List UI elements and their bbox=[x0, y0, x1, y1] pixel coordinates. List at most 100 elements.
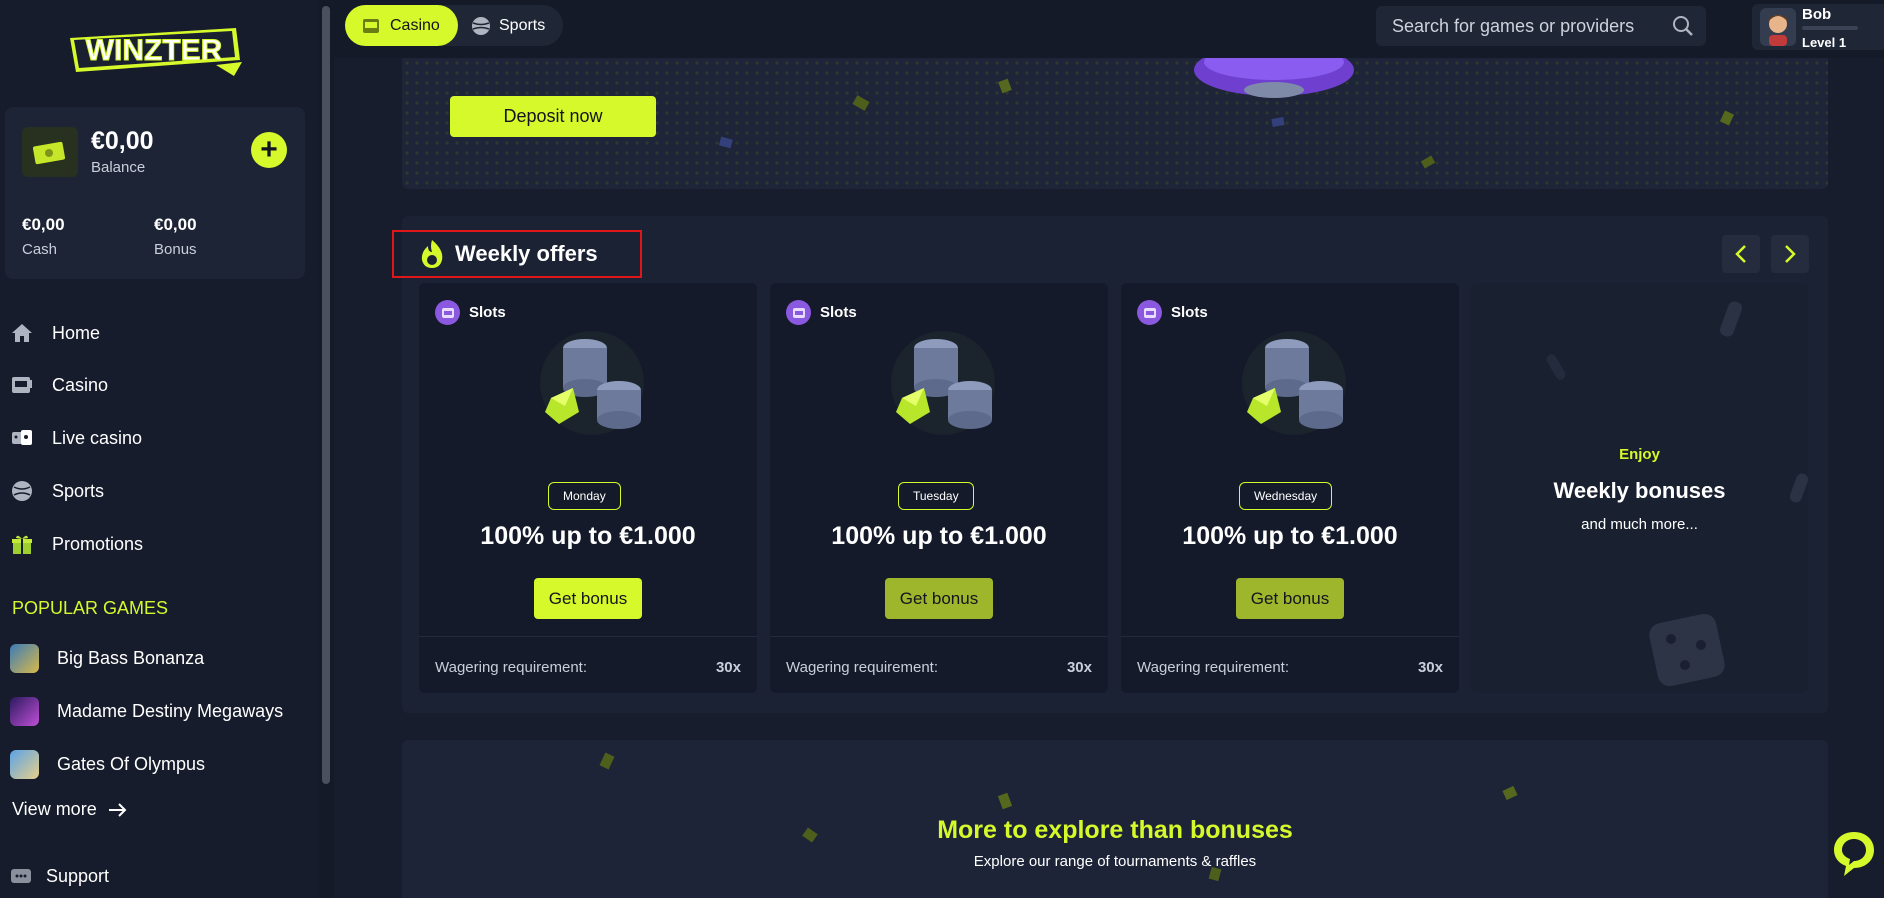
popular-games-heading: POPULAR GAMES bbox=[12, 598, 169, 618]
slot-machine-icon bbox=[435, 300, 460, 325]
nav-live-casino[interactable]: Live casino bbox=[10, 421, 142, 455]
day-badge: Monday bbox=[548, 482, 621, 510]
tab-sports[interactable]: Sports bbox=[461, 5, 561, 46]
game-title: Big Bass Bonanza bbox=[57, 647, 205, 668]
top-bar: Casino Sports Bob Level 1 bbox=[334, 0, 1884, 58]
card-category: Slots bbox=[1137, 300, 1208, 325]
cash-amount: €0,00 bbox=[22, 215, 65, 234]
nav-live-casino-label: Live casino bbox=[52, 427, 143, 448]
add-funds-button[interactable]: + bbox=[251, 132, 287, 168]
wagering-label: Wagering requirement: bbox=[1137, 659, 1290, 676]
support-label: Support bbox=[46, 866, 110, 886]
offer-card-wednesday: Slots Wednesday 100% up to €1.000 Get bo… bbox=[1121, 283, 1459, 693]
carousel-prev-button[interactable] bbox=[1722, 235, 1760, 273]
card-category: Slots bbox=[435, 300, 506, 325]
nav-sports[interactable]: Sports bbox=[10, 474, 104, 508]
coin-stack-image bbox=[540, 331, 644, 435]
game-thumbnail bbox=[10, 696, 39, 726]
wallet-card: €0,00 Balance + €0,00 Cash €0,00 Bonus bbox=[5, 107, 305, 279]
enjoy-title: Weekly bonuses bbox=[1553, 478, 1726, 503]
nav-promotions[interactable]: Promotions bbox=[10, 527, 143, 561]
live-chat-button[interactable] bbox=[1830, 828, 1878, 880]
wagering-label: Wagering requirement: bbox=[786, 659, 939, 676]
enjoy-bonuses-card: Enjoy Weekly bonuses and much more... bbox=[1471, 283, 1808, 693]
wagering-value: 30x bbox=[1417, 659, 1443, 676]
day-badge: Tuesday bbox=[898, 482, 974, 510]
slot-machine-icon bbox=[1137, 300, 1162, 325]
tab-casino[interactable]: Casino bbox=[345, 5, 458, 46]
offer-amount: 100% up to €1.000 bbox=[480, 522, 696, 550]
sidebar-scrollbar[interactable] bbox=[318, 0, 334, 898]
enjoy-subtitle: and much more... bbox=[1581, 516, 1698, 533]
explore-title: More to explore than bonuses bbox=[937, 816, 1293, 844]
get-bonus-button[interactable]: Get bonus bbox=[534, 578, 642, 619]
user-profile[interactable]: Bob Level 1 bbox=[1752, 4, 1884, 50]
game-big-bass-bonanza[interactable]: Big Bass Bonanza bbox=[10, 641, 204, 675]
explore-subtitle: Explore our range of tournaments & raffl… bbox=[973, 853, 1257, 870]
chevron-left-icon bbox=[1735, 245, 1746, 263]
nav-promotions-label: Promotions bbox=[52, 533, 144, 554]
offer-card-monday: Slots Monday 100% up to €1.000 Get bonus… bbox=[419, 283, 757, 693]
user-name: Bob bbox=[1802, 6, 1832, 23]
chat-icon bbox=[11, 868, 31, 883]
weekly-offers-title: Weekly offers bbox=[455, 241, 598, 266]
nav-home-label: Home bbox=[52, 322, 101, 343]
svg-text:WINZTER: WINZTER bbox=[86, 34, 223, 67]
view-more-link[interactable]: View more bbox=[12, 799, 129, 820]
game-madame-destiny-megaways[interactable]: Madame Destiny Megaways bbox=[10, 694, 283, 728]
get-bonus-button[interactable]: Get bonus bbox=[1236, 578, 1344, 619]
sports-ball-icon bbox=[10, 479, 34, 503]
wagering-label: Wagering requirement: bbox=[435, 659, 588, 676]
gift-icon bbox=[10, 532, 34, 556]
sports-ball-icon bbox=[472, 16, 490, 35]
divider bbox=[419, 636, 757, 637]
search-input[interactable] bbox=[1390, 6, 1670, 46]
divider bbox=[770, 636, 1108, 637]
arrow-right-icon bbox=[108, 802, 127, 817]
level-progress-bar bbox=[1802, 26, 1858, 30]
coin-stack-image bbox=[891, 331, 995, 435]
fire-icon bbox=[421, 240, 443, 268]
home-icon bbox=[10, 321, 34, 345]
game-gates-of-olympus[interactable]: Gates Of Olympus bbox=[10, 747, 205, 781]
explore-banner: More to explore than bonuses Explore our… bbox=[402, 740, 1828, 898]
balance-amount: €0,00 bbox=[91, 127, 154, 155]
card-category-label: Slots bbox=[469, 304, 506, 321]
tab-casino-label: Casino bbox=[390, 16, 440, 34]
user-level: Level 1 bbox=[1802, 35, 1847, 50]
product-tabs: Casino Sports bbox=[345, 5, 563, 46]
day-badge: Wednesday bbox=[1239, 482, 1333, 510]
winzter-logo[interactable]: WINZTER bbox=[66, 20, 244, 78]
avatar bbox=[1760, 8, 1796, 46]
card-category-label: Slots bbox=[820, 304, 857, 321]
divider bbox=[1121, 636, 1459, 637]
offer-card-tuesday: Slots Tuesday 100% up to €1.000 Get bonu… bbox=[770, 283, 1108, 693]
balance-label: Balance bbox=[91, 159, 146, 176]
game-thumbnail bbox=[10, 643, 39, 673]
enjoy-label: Enjoy bbox=[1619, 446, 1660, 463]
carousel-next-button[interactable] bbox=[1771, 235, 1809, 273]
nav-home[interactable]: Home bbox=[10, 316, 100, 350]
view-more-label: View more bbox=[12, 799, 97, 819]
get-bonus-button[interactable]: Get bonus bbox=[885, 578, 993, 619]
wagering-value: 30x bbox=[715, 659, 741, 676]
slot-machine-icon bbox=[786, 300, 811, 325]
card-category-label: Slots bbox=[1171, 304, 1208, 321]
search-box bbox=[1376, 6, 1706, 46]
nav-sports-label: Sports bbox=[52, 480, 105, 501]
chevron-right-icon bbox=[1785, 245, 1796, 263]
game-title: Gates Of Olympus bbox=[57, 753, 206, 774]
dice-cards-icon bbox=[10, 426, 34, 450]
deposit-now-button[interactable]: Deposit now bbox=[450, 96, 656, 137]
card-category: Slots bbox=[786, 300, 857, 325]
slot-machine-icon bbox=[10, 373, 34, 397]
slot-machine-icon bbox=[363, 18, 379, 33]
cash-icon bbox=[22, 127, 78, 177]
search-icon[interactable] bbox=[1672, 15, 1694, 37]
coin-stack-image bbox=[1242, 331, 1346, 435]
support-link[interactable]: Support bbox=[10, 866, 109, 887]
scrollbar-thumb[interactable] bbox=[322, 6, 330, 784]
game-thumbnail bbox=[10, 749, 39, 779]
wagering-value: 30x bbox=[1066, 659, 1092, 676]
nav-casino[interactable]: Casino bbox=[10, 368, 108, 402]
